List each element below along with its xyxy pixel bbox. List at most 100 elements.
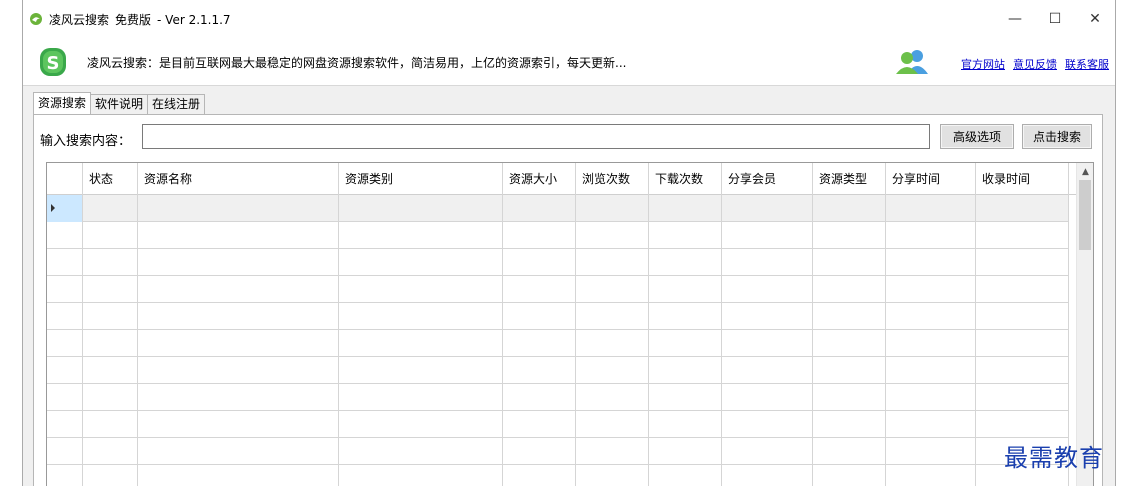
table-cell[interactable] <box>813 195 886 222</box>
table-cell[interactable] <box>722 384 813 411</box>
table-cell[interactable] <box>722 411 813 438</box>
table-cell[interactable] <box>886 195 976 222</box>
maximize-button[interactable]: ☐ <box>1035 0 1075 38</box>
tab-software-info[interactable]: 软件说明 <box>90 94 149 114</box>
tab-online-register[interactable]: 在线注册 <box>147 94 206 114</box>
table-cell[interactable] <box>813 465 886 486</box>
table-cell[interactable] <box>339 465 503 486</box>
table-cell[interactable] <box>649 276 722 303</box>
table-cell[interactable] <box>138 249 339 276</box>
table-cell[interactable] <box>138 357 339 384</box>
table-cell[interactable] <box>976 195 1069 222</box>
table-cell[interactable] <box>576 303 649 330</box>
table-cell[interactable] <box>649 249 722 276</box>
table-cell[interactable] <box>503 249 576 276</box>
table-cell[interactable] <box>649 438 722 465</box>
table-cell[interactable] <box>886 330 976 357</box>
table-cell[interactable] <box>722 249 813 276</box>
table-cell[interactable] <box>813 330 886 357</box>
scroll-thumb[interactable] <box>1079 180 1091 250</box>
column-header-index-time[interactable]: 收录时间 <box>976 163 1069 195</box>
table-cell[interactable] <box>576 330 649 357</box>
link-feedback[interactable]: 意见反馈 <box>1013 58 1057 71</box>
table-cell[interactable] <box>722 303 813 330</box>
table-row[interactable] <box>47 330 1069 357</box>
table-row[interactable] <box>47 276 1069 303</box>
column-header-name[interactable]: 资源名称 <box>138 163 339 195</box>
table-cell[interactable] <box>576 357 649 384</box>
column-header-type[interactable]: 资源类型 <box>813 163 886 195</box>
table-cell[interactable] <box>649 330 722 357</box>
table-cell[interactable] <box>83 276 138 303</box>
table-cell[interactable] <box>339 384 503 411</box>
table-cell[interactable] <box>138 222 339 249</box>
column-header-views[interactable]: 浏览次数 <box>576 163 649 195</box>
table-cell[interactable] <box>886 465 976 486</box>
table-cell[interactable] <box>138 303 339 330</box>
results-grid[interactable]: 状态 资源名称 资源类别 资源大小 浏览次数 下载次数 分享会员 资源类型 分享… <box>46 162 1094 486</box>
table-cell[interactable] <box>886 438 976 465</box>
table-cell[interactable] <box>722 276 813 303</box>
table-row[interactable] <box>47 465 1069 486</box>
column-header-status[interactable]: 状态 <box>83 163 138 195</box>
table-cell[interactable] <box>503 303 576 330</box>
table-row[interactable] <box>47 222 1069 249</box>
close-button[interactable]: ✕ <box>1075 0 1115 38</box>
table-cell[interactable] <box>813 303 886 330</box>
table-cell[interactable] <box>649 357 722 384</box>
table-row[interactable] <box>47 357 1069 384</box>
column-header-sharer[interactable]: 分享会员 <box>722 163 813 195</box>
table-cell[interactable] <box>722 195 813 222</box>
table-cell[interactable] <box>649 303 722 330</box>
table-cell[interactable] <box>976 411 1069 438</box>
table-cell[interactable] <box>649 195 722 222</box>
table-cell[interactable] <box>83 411 138 438</box>
row-header[interactable] <box>47 357 83 384</box>
table-cell[interactable] <box>503 438 576 465</box>
table-cell[interactable] <box>722 330 813 357</box>
table-cell[interactable] <box>886 249 976 276</box>
table-cell[interactable] <box>886 222 976 249</box>
table-cell[interactable] <box>886 276 976 303</box>
table-cell[interactable] <box>83 384 138 411</box>
table-cell[interactable] <box>138 384 339 411</box>
table-cell[interactable] <box>576 276 649 303</box>
table-cell[interactable] <box>83 330 138 357</box>
table-cell[interactable] <box>576 384 649 411</box>
table-cell[interactable] <box>813 222 886 249</box>
table-cell[interactable] <box>813 249 886 276</box>
table-cell[interactable] <box>649 384 722 411</box>
table-cell[interactable] <box>503 357 576 384</box>
table-cell[interactable] <box>576 195 649 222</box>
table-cell[interactable] <box>339 276 503 303</box>
table-cell[interactable] <box>83 222 138 249</box>
table-cell[interactable] <box>976 249 1069 276</box>
row-header[interactable] <box>47 465 83 486</box>
table-cell[interactable] <box>722 465 813 486</box>
row-header[interactable] <box>47 384 83 411</box>
table-cell[interactable] <box>83 465 138 486</box>
table-cell[interactable] <box>576 249 649 276</box>
table-cell[interactable] <box>976 330 1069 357</box>
row-header[interactable] <box>47 195 83 222</box>
column-header-share-time[interactable]: 分享时间 <box>886 163 976 195</box>
table-cell[interactable] <box>339 330 503 357</box>
table-cell[interactable] <box>813 438 886 465</box>
table-cell[interactable] <box>976 222 1069 249</box>
minimize-button[interactable]: — <box>995 0 1035 38</box>
table-cell[interactable] <box>576 411 649 438</box>
table-cell[interactable] <box>976 384 1069 411</box>
table-cell[interactable] <box>576 438 649 465</box>
column-header-category[interactable]: 资源类别 <box>339 163 503 195</box>
table-cell[interactable] <box>886 303 976 330</box>
table-cell[interactable] <box>83 303 138 330</box>
table-cell[interactable] <box>503 222 576 249</box>
table-cell[interactable] <box>722 357 813 384</box>
table-cell[interactable] <box>339 222 503 249</box>
row-header[interactable] <box>47 330 83 357</box>
table-row[interactable] <box>47 303 1069 330</box>
table-cell[interactable] <box>649 222 722 249</box>
search-button[interactable]: 点击搜索 <box>1022 124 1092 149</box>
row-header[interactable] <box>47 438 83 465</box>
column-header-size[interactable]: 资源大小 <box>503 163 576 195</box>
